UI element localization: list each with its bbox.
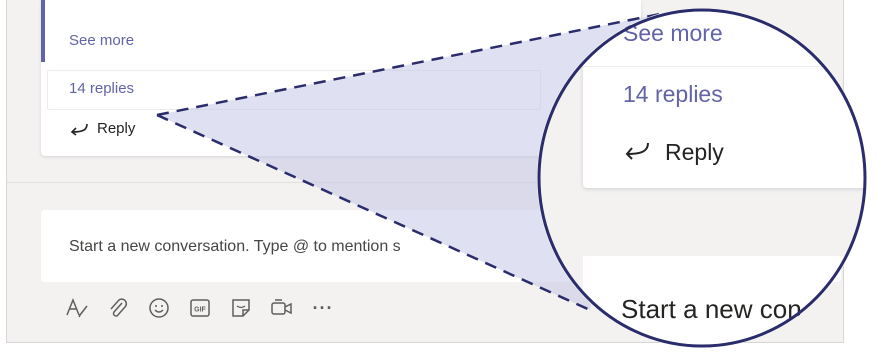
- reply-arrow-icon: [69, 122, 89, 136]
- reply-button[interactable]: Reply: [69, 120, 135, 137]
- magnifier-lens: See more 14 replies Reply Start a new co…: [537, 8, 867, 348]
- new-conversation-input[interactable]: Start a new conversation. Type @ to ment…: [69, 238, 401, 256]
- magnified-reply: Reply: [623, 139, 724, 166]
- format-icon[interactable]: [65, 296, 89, 320]
- message-accent-bar: [41, 0, 45, 62]
- meet-now-icon[interactable]: [270, 296, 294, 320]
- attach-icon[interactable]: [106, 296, 130, 320]
- gif-icon[interactable]: GIF: [188, 296, 212, 320]
- magnified-reply-arrow-icon: [623, 139, 651, 166]
- magnified-compose-text: Start a new con: [621, 294, 802, 324]
- gif-icon-label: GIF: [194, 307, 206, 314]
- magnified-separator: [583, 66, 867, 67]
- replies-link[interactable]: 14 replies: [69, 80, 134, 97]
- more-options-icon[interactable]: ···: [311, 296, 335, 320]
- magnified-reply-label: Reply: [665, 139, 724, 165]
- magnified-replies: 14 replies: [623, 81, 723, 107]
- magnified-see-more: See more: [623, 20, 723, 46]
- emoji-icon[interactable]: [147, 296, 171, 320]
- compose-toolbar: GIF ···: [65, 296, 335, 320]
- see-more-link[interactable]: See more: [69, 32, 134, 49]
- reply-label: Reply: [97, 120, 136, 137]
- sticker-icon[interactable]: [229, 296, 253, 320]
